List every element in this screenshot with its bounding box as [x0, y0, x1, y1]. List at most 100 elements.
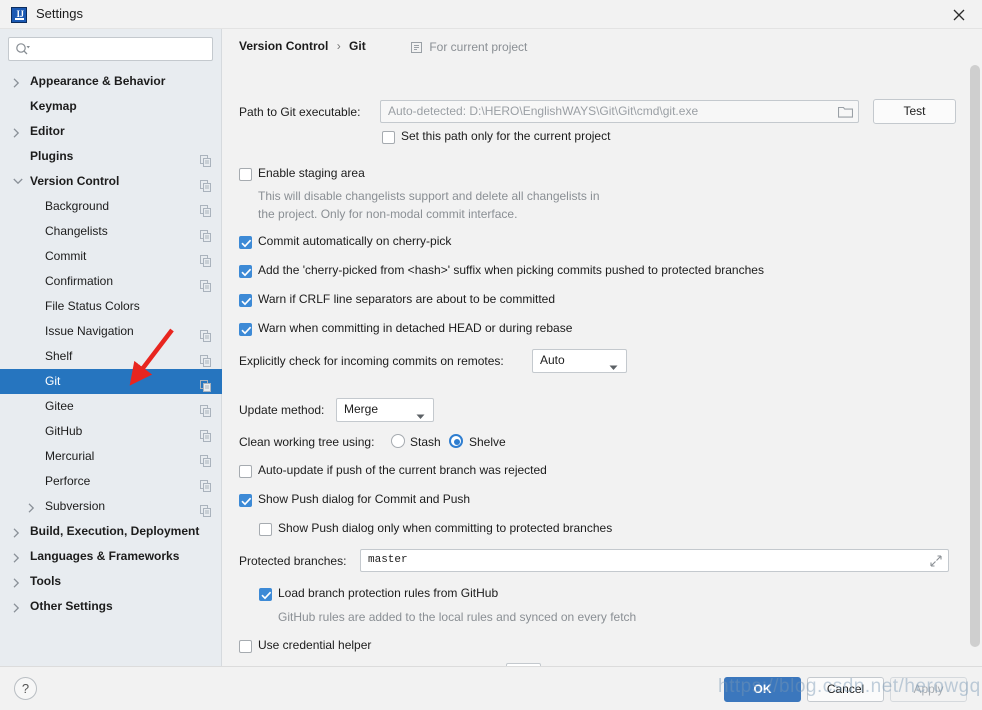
- sidebar-item-keymap[interactable]: Keymap: [0, 94, 222, 119]
- load-branch-protection-label: Load branch protection rules from GitHub: [278, 586, 499, 600]
- sidebar-item-appearance-behavior[interactable]: Appearance & Behavior: [0, 69, 222, 94]
- sidebar-item-mercurial[interactable]: Mercurial: [0, 444, 222, 469]
- sidebar-item-subversion[interactable]: Subversion: [0, 494, 222, 519]
- add-cherry-picked-suffix-label: Add the 'cherry-picked from <hash>' suff…: [258, 263, 764, 277]
- sidebar-item-label: Version Control: [30, 174, 120, 188]
- scope-badge-label: For current project: [429, 40, 528, 54]
- scrollbar-thumb[interactable]: [970, 65, 980, 647]
- radio-stash[interactable]: [391, 434, 405, 448]
- incoming-commits-value: Auto: [540, 353, 565, 367]
- chevron-right-icon[interactable]: [10, 594, 24, 619]
- chevron-right-icon[interactable]: [10, 69, 24, 94]
- sidebar-item-commit[interactable]: Commit: [0, 244, 222, 269]
- set-path-current-project-label: Set this path only for the current proje…: [401, 129, 611, 143]
- auto-update-on-reject-checkbox[interactable]: [239, 465, 252, 478]
- sidebar-item-label: Languages & Frameworks: [30, 549, 180, 563]
- chevron-right-icon[interactable]: [10, 569, 24, 594]
- content-scrollbar[interactable]: [968, 29, 982, 666]
- search-field[interactable]: [8, 37, 213, 61]
- cancel-button[interactable]: Cancel: [807, 677, 884, 702]
- chevron-right-icon[interactable]: [10, 119, 24, 144]
- search-input[interactable]: [37, 38, 209, 60]
- warn-crlf-label: Warn if CRLF line separators are about t…: [258, 292, 556, 306]
- sidebar-item-changelists[interactable]: Changelists: [0, 219, 222, 244]
- folder-icon[interactable]: [837, 105, 854, 121]
- close-icon[interactable]: [936, 0, 982, 29]
- breadcrumb-parent[interactable]: Version Control: [239, 39, 328, 53]
- status-badge: For current project: [411, 40, 527, 56]
- sidebar-item-label: Editor: [30, 124, 65, 138]
- chevron-right-icon[interactable]: [10, 544, 24, 569]
- sidebar-item-languages-frameworks[interactable]: Languages & Frameworks: [0, 544, 222, 569]
- sidebar-item-issue-navigation[interactable]: Issue Navigation: [0, 319, 222, 344]
- radio-shelve[interactable]: [449, 434, 463, 448]
- add-cherry-picked-suffix-checkbox[interactable]: [239, 265, 252, 278]
- project-scope-icon: [411, 42, 422, 56]
- sidebar-item-label: Confirmation: [45, 274, 114, 288]
- show-push-dialog-label: Show Push dialog for Commit and Push: [258, 492, 471, 506]
- breadcrumb-separator: ›: [336, 39, 341, 53]
- dialog-footer: ? OK Cancel Apply: [0, 666, 982, 710]
- sidebar-item-confirmation[interactable]: Confirmation: [0, 269, 222, 294]
- sidebar-item-label: Commit: [45, 249, 87, 263]
- sidebar-item-label: Git: [45, 374, 61, 388]
- radio-stash-label: Stash: [410, 435, 441, 449]
- enable-staging-label: Enable staging area: [258, 166, 365, 180]
- auto-update-on-reject-label: Auto-update if push of the current branc…: [258, 463, 547, 477]
- sidebar-item-perforce[interactable]: Perforce: [0, 469, 222, 494]
- update-method-select[interactable]: Merge: [336, 398, 434, 422]
- sidebar-item-label: Shelf: [45, 349, 73, 363]
- sidebar-item-tools[interactable]: Tools: [0, 569, 222, 594]
- sidebar-item-label: File Status Colors: [45, 299, 140, 313]
- commit-on-cherry-pick-checkbox[interactable]: [239, 236, 252, 249]
- sidebar-item-plugins[interactable]: Plugins: [0, 144, 222, 169]
- sidebar-item-background[interactable]: Background: [0, 194, 222, 219]
- test-button[interactable]: Test: [873, 99, 956, 124]
- help-button[interactable]: ?: [14, 677, 37, 700]
- git-path-input[interactable]: Auto-detected: D:\HERO\EnglishWAYS\Git\G…: [380, 100, 859, 123]
- search-icon: [15, 42, 31, 59]
- sidebar-item-label: Appearance & Behavior: [30, 74, 166, 88]
- warn-detached-head-checkbox[interactable]: [239, 323, 252, 336]
- settings-content-panel: Version Control › Git For current projec…: [223, 29, 982, 666]
- use-credential-helper-checkbox[interactable]: [239, 640, 252, 653]
- apply-button[interactable]: Apply: [890, 677, 967, 702]
- enable-staging-checkbox[interactable]: [239, 168, 252, 181]
- sidebar-item-github[interactable]: GitHub: [0, 419, 222, 444]
- use-credential-helper-label: Use credential helper: [258, 638, 372, 652]
- show-push-dialog-protected-checkbox[interactable]: [259, 523, 272, 536]
- ok-button[interactable]: OK: [724, 677, 801, 702]
- sidebar-item-label: Other Settings: [30, 599, 113, 613]
- settings-sidebar: Appearance & Behavior Keymap Editor Plugins…: [0, 29, 222, 666]
- warn-crlf-checkbox[interactable]: [239, 294, 252, 307]
- chevron-right-icon[interactable]: [25, 494, 39, 519]
- sidebar-item-gitee[interactable]: Gitee: [0, 394, 222, 419]
- chevron-down-icon[interactable]: [10, 169, 24, 194]
- title-bar: IJ Settings: [0, 0, 982, 29]
- load-branch-protection-checkbox[interactable]: [259, 588, 272, 601]
- incoming-commits-select[interactable]: Auto: [532, 349, 627, 373]
- commit-on-cherry-pick-label: Commit automatically on cherry-pick: [258, 234, 452, 248]
- set-path-current-project-checkbox[interactable]: [382, 131, 395, 144]
- sidebar-item-build-execution-deployment[interactable]: Build, Execution, Deployment: [0, 519, 222, 544]
- sidebar-item-editor[interactable]: Editor: [0, 119, 222, 144]
- warn-detached-head-label: Warn when committing in detached HEAD or…: [258, 321, 573, 335]
- protected-branches-input[interactable]: master: [360, 549, 949, 572]
- expand-icon[interactable]: [930, 555, 942, 570]
- sidebar-item-file-status-colors[interactable]: File Status Colors: [0, 294, 222, 319]
- sidebar-item-git[interactable]: Git: [0, 369, 222, 394]
- enable-staging-hint-line-2: the project. Only for non-modal commit i…: [258, 207, 518, 221]
- incoming-commits-label: Explicitly check for incoming commits on…: [239, 354, 504, 368]
- sidebar-item-version-control[interactable]: Version Control: [0, 169, 222, 194]
- sidebar-item-label: Plugins: [30, 149, 74, 163]
- chevron-right-icon[interactable]: [10, 519, 24, 544]
- show-push-dialog-checkbox[interactable]: [239, 494, 252, 507]
- sidebar-item-shelf[interactable]: Shelf: [0, 344, 222, 369]
- sidebar-item-label: Subversion: [45, 499, 106, 513]
- sidebar-item-label: Build, Execution, Deployment: [30, 524, 200, 538]
- sidebar-item-label: Issue Navigation: [45, 324, 134, 338]
- sidebar-item-label: GitHub: [45, 424, 83, 438]
- git-path-placeholder: Auto-detected: D:\HERO\EnglishWAYS\Git\G…: [388, 104, 699, 118]
- load-branch-protection-hint: GitHub rules are added to the local rule…: [278, 610, 637, 624]
- sidebar-item-other-settings[interactable]: Other Settings: [0, 594, 222, 619]
